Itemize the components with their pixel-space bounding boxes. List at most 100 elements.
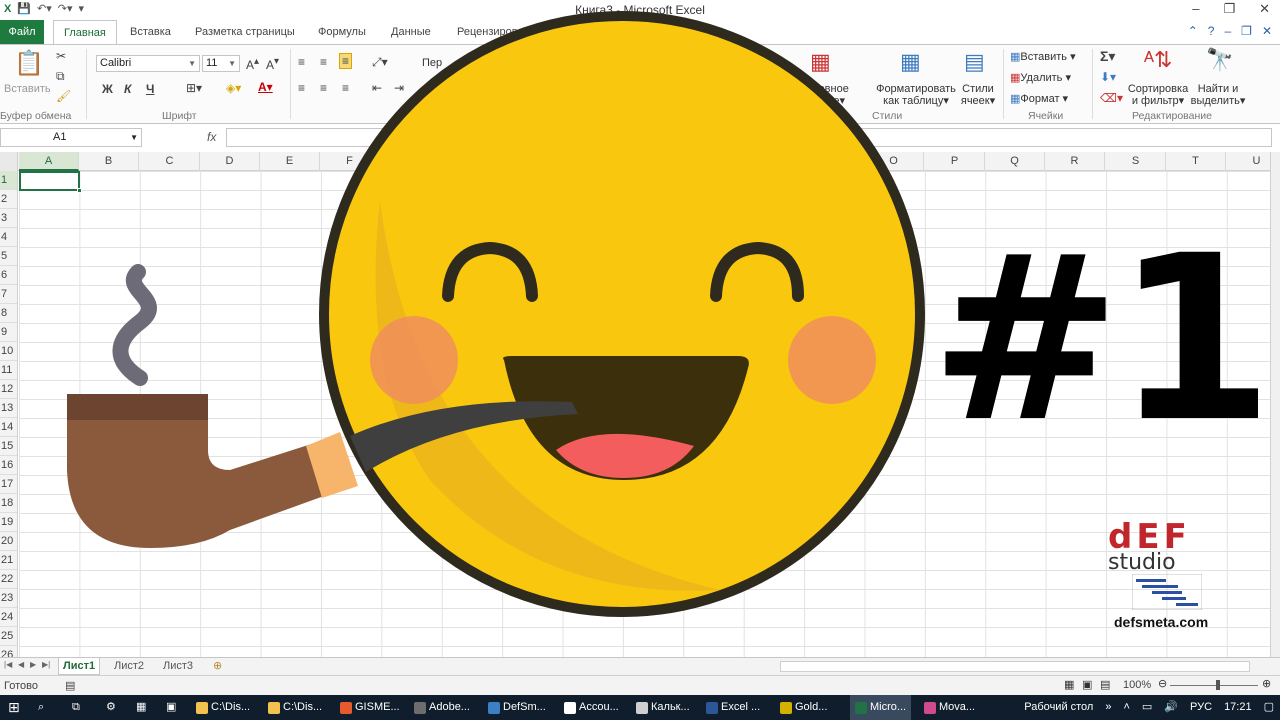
tab-review[interactable]: Рецензирование (457, 20, 542, 44)
row-header[interactable]: 16 (0, 456, 17, 475)
clear-icon[interactable]: ⌫▾ (1100, 91, 1123, 105)
align-top-icon[interactable]: ≡ (298, 55, 305, 69)
row-header[interactable]: 11 (0, 361, 17, 380)
paste-icon[interactable]: 📋 (14, 49, 44, 78)
zoom-slider-thumb[interactable] (1216, 680, 1220, 690)
taskbar-item[interactable]: Accou... (564, 695, 619, 720)
font-size-box[interactable]: 11 ▼ (202, 55, 240, 72)
row-header[interactable]: 21 (0, 551, 17, 570)
task-view-icon[interactable]: ⧉ (72, 695, 80, 720)
fill-icon[interactable]: ⬇▾ (1100, 70, 1116, 84)
pinned-app-icon-1[interactable]: ▦ (136, 695, 146, 720)
taskbar-item[interactable]: Excel ... (706, 695, 760, 720)
row-header[interactable]: 13 (0, 399, 17, 418)
prev-sheet-arrow[interactable]: ◀ (18, 660, 24, 669)
align-right-icon[interactable]: ≡ (342, 81, 349, 95)
next-sheet-arrow[interactable]: ▶ (30, 660, 36, 669)
row-header[interactable]: 15 (0, 437, 17, 456)
insert-function-button[interactable]: fx (207, 130, 216, 144)
first-sheet-arrow[interactable]: |◀ (4, 660, 12, 669)
font-name-box[interactable]: Calibri ▼ (96, 55, 200, 72)
row-header[interactable]: 10 (0, 342, 17, 361)
tab-home[interactable]: Главная (53, 20, 117, 44)
last-sheet-arrow[interactable]: ▶| (42, 660, 50, 669)
decrease-indent-icon[interactable]: ⇤ (372, 81, 382, 95)
macro-record-icon[interactable]: ▤ (65, 680, 75, 692)
column-header[interactable]: F (320, 152, 380, 171)
wrap-text-button[interactable]: Пер (422, 57, 442, 69)
row-header[interactable]: 8 (0, 304, 17, 323)
row-header[interactable]: 4 (0, 228, 17, 247)
bold-button[interactable]: Ж (102, 82, 113, 96)
zoom-in-icon[interactable]: ⊕ (1262, 677, 1271, 690)
close-button[interactable]: ✕ (1259, 1, 1270, 17)
start-button[interactable]: ⊞ (8, 695, 20, 720)
row-header[interactable]: 25 (0, 627, 17, 646)
row-header[interactable]: 1 (0, 171, 17, 190)
taskbar-item[interactable]: Gold... (780, 695, 827, 720)
volume-icon[interactable]: 🔊 (1164, 695, 1178, 720)
column-header[interactable]: H (441, 152, 501, 171)
normal-view-icon[interactable]: ▦ (1064, 678, 1074, 691)
zoom-level[interactable]: 100% (1123, 679, 1151, 691)
sort-filter-button[interactable]: Сортировка и фильтр▾ (1126, 83, 1190, 107)
column-header[interactable]: N (804, 152, 864, 171)
tray-up-icon[interactable]: ˄ (1123, 695, 1129, 720)
conditional-format-button[interactable]: ловное ание▾ (812, 83, 849, 107)
column-header[interactable]: C (140, 152, 200, 171)
column-header[interactable]: S (1106, 152, 1166, 171)
column-header[interactable]: B (79, 152, 139, 171)
formula-input[interactable] (226, 128, 1272, 147)
format-as-table-icon[interactable]: ▦ (900, 49, 921, 75)
sheet-tab-1[interactable]: Лист1 (58, 658, 101, 675)
workbook-close-icon[interactable]: ✕ (1262, 24, 1272, 38)
cell-styles-button[interactable]: Стили ячеек▾ (958, 83, 998, 107)
row-header[interactable]: 14 (0, 418, 17, 437)
fill-color-icon[interactable]: ◈▾ (226, 81, 241, 95)
taskbar-item[interactable]: DefSm... (488, 695, 546, 720)
delete-cells-button[interactable]: ▦Удалить ▾ (1010, 71, 1071, 84)
row-header[interactable]: 24 (0, 608, 17, 627)
taskbar-item[interactable]: GISME... (340, 695, 400, 720)
column-header[interactable]: R (1045, 152, 1105, 171)
column-header[interactable]: P (925, 152, 985, 171)
insert-cells-button[interactable]: ▦Вставить ▾ (1010, 50, 1076, 63)
vertical-scrollbar[interactable] (1270, 152, 1280, 660)
new-sheet-icon[interactable]: ⊕ (213, 658, 222, 675)
row-header[interactable]: 5 (0, 247, 17, 266)
format-painter-icon[interactable]: 🖌 (56, 89, 71, 103)
column-header[interactable]: I (502, 152, 562, 171)
workbook-restore-icon[interactable]: ❐ (1241, 24, 1252, 38)
increase-indent-icon[interactable]: ⇥ (394, 81, 404, 95)
restore-button[interactable]: ❐ (1223, 1, 1235, 17)
zoom-slider[interactable] (1170, 685, 1258, 686)
align-middle-icon[interactable]: ≡ (320, 55, 327, 69)
column-header[interactable]: T (1166, 152, 1226, 171)
column-header[interactable]: G (381, 152, 441, 171)
row-header[interactable]: 7 (0, 285, 17, 304)
column-header[interactable]: A (19, 152, 79, 171)
cell-styles-icon[interactable]: ▤ (964, 49, 985, 75)
ribbon-collapse-icon[interactable]: ⌃ (1188, 24, 1198, 38)
taskbar-item[interactable]: Mova... (924, 695, 975, 720)
help-icon[interactable]: ? (1208, 24, 1215, 38)
taskbar-item[interactable]: C:\Dis... (268, 695, 322, 720)
column-header[interactable]: O (864, 152, 924, 171)
row-header[interactable]: 17 (0, 475, 17, 494)
settings-icon[interactable]: ⚙ (106, 695, 116, 720)
notifications-icon[interactable]: ▢ (1264, 695, 1274, 720)
search-icon[interactable]: ⌕ (38, 695, 44, 720)
select-all-corner[interactable] (0, 152, 18, 171)
column-header[interactable]: K (622, 152, 682, 171)
zoom-out-icon[interactable]: ⊖ (1158, 677, 1167, 690)
tab-formulas[interactable]: Формулы (318, 20, 366, 44)
orientation-icon[interactable]: ⤢▾ (372, 55, 388, 70)
borders-icon[interactable]: ⊞▾ (186, 81, 202, 95)
tab-page-layout[interactable]: Разметка страницы (195, 20, 295, 44)
taskbar-item[interactable]: Кальк... (636, 695, 690, 720)
row-header[interactable]: 9 (0, 323, 17, 342)
taskbar-item[interactable]: Micro... (850, 695, 912, 720)
row-header[interactable]: 6 (0, 266, 17, 285)
sheet-tab-2[interactable]: Лист2 (114, 658, 144, 675)
input-language[interactable]: РУС (1190, 695, 1212, 720)
